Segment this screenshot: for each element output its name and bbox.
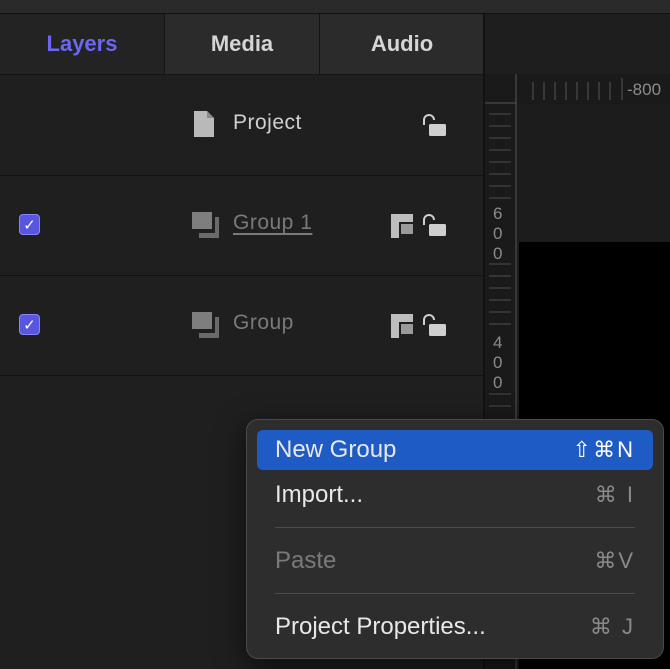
- ruler-digit: 0: [493, 353, 503, 372]
- lock-icon[interactable]: [421, 214, 447, 241]
- group-icon: [191, 211, 221, 244]
- menu-item-shortcut: ⌘ J: [589, 614, 635, 639]
- ruler-label: -800: [627, 80, 662, 99]
- menu-item-label: New Group: [275, 436, 397, 463]
- ruler-digit: 4: [493, 333, 503, 352]
- canvas-background[interactable]: [517, 104, 670, 242]
- layer-row-project[interactable]: Project: [0, 75, 484, 176]
- ruler-digit: 6: [493, 204, 503, 223]
- menu-item-label: Project Properties...: [275, 613, 486, 640]
- layer-name: Project: [233, 111, 302, 134]
- menu-item-label: Import...: [275, 481, 364, 508]
- tab-media[interactable]: Media: [164, 14, 319, 74]
- menu-item-shortcut: ⌘V: [594, 548, 635, 573]
- visibility-checkbox[interactable]: ✓: [19, 314, 40, 335]
- tab-layers[interactable]: Layers: [0, 14, 164, 74]
- layer-row-group-1[interactable]: ✓ Group 1: [0, 175, 484, 276]
- blend-mode-icon[interactable]: [390, 313, 414, 344]
- ruler-digit: 0: [493, 373, 503, 392]
- menu-item-import[interactable]: Import... ⌘ I: [257, 475, 653, 515]
- menu-item-shortcut: ⇧⌘N: [572, 437, 635, 462]
- menu-item-project-properties[interactable]: Project Properties... ⌘ J: [257, 607, 653, 647]
- window-title-strip: [0, 0, 670, 14]
- ruler-digit: 0: [493, 224, 503, 243]
- tab-bar: Layers Media Audio: [0, 14, 484, 75]
- lock-icon[interactable]: [421, 114, 447, 141]
- tab-audio[interactable]: Audio: [319, 14, 484, 74]
- group-icon: [191, 311, 221, 344]
- layer-row-group[interactable]: ✓ Group: [0, 275, 484, 376]
- document-icon: [193, 110, 215, 143]
- lock-icon[interactable]: [421, 314, 447, 341]
- visibility-checkbox[interactable]: ✓: [19, 214, 40, 235]
- blend-mode-icon[interactable]: [390, 213, 414, 244]
- layer-name: Group 1: [233, 211, 313, 234]
- menu-item-new-group[interactable]: New Group ⇧⌘N: [257, 430, 653, 470]
- menu-separator: [275, 593, 635, 594]
- layer-name: Group: [233, 311, 294, 334]
- menu-item-paste: Paste ⌘V: [257, 541, 653, 581]
- menu-item-shortcut: ⌘ I: [594, 482, 635, 507]
- menu-separator: [275, 527, 635, 528]
- ruler-digit: 0: [493, 244, 503, 263]
- menu-item-label: Paste: [275, 547, 337, 574]
- context-menu: New Group ⇧⌘N Import... ⌘ I Paste ⌘V Pro…: [246, 419, 664, 659]
